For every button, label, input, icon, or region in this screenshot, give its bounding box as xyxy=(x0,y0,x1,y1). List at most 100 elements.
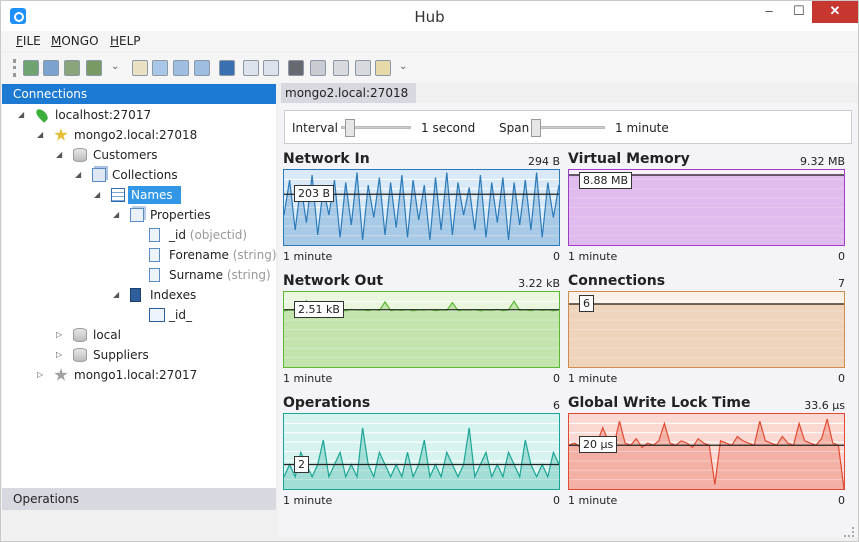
document-icon[interactable] xyxy=(243,60,259,76)
expanded-arrow-icon[interactable]: ◢ xyxy=(75,166,85,184)
chart-title: Operations xyxy=(283,395,371,411)
chart-current-value: 2.51 kB xyxy=(294,300,344,318)
database-icon xyxy=(73,328,87,342)
chart-plot: 203 B xyxy=(283,169,560,246)
new-document-icon[interactable] xyxy=(263,60,279,76)
chart-svg xyxy=(284,172,559,245)
tree-node-label: Suppliers xyxy=(93,348,149,362)
toolbar-overflow-2[interactable]: ⌄ xyxy=(399,61,407,72)
tree-node-label: Names xyxy=(131,188,173,202)
chart-zero-label: 0 xyxy=(553,494,560,507)
maximize-button[interactable]: ☐ xyxy=(784,1,814,23)
menu-mongo[interactable]: MONGO xyxy=(51,34,99,48)
interval-slider-thumb[interactable] xyxy=(345,119,355,137)
field-icon xyxy=(149,268,160,282)
tree-node-label: local xyxy=(93,328,121,342)
delete-icon[interactable] xyxy=(355,60,371,76)
tree-node-label: Surname xyxy=(169,268,223,282)
tree-node-label: Properties xyxy=(150,208,211,222)
title-bar[interactable]: Hub – ☐ ✕ xyxy=(1,1,858,31)
chart-current-value: 2 xyxy=(294,455,309,473)
span-label: Span xyxy=(499,121,530,135)
database-icon xyxy=(73,148,87,162)
toolbar-overflow-1[interactable]: ⌄ xyxy=(111,61,119,72)
tree-node-type: (string) xyxy=(232,248,277,262)
span-slider-thumb[interactable] xyxy=(531,119,541,137)
chart-max-label: 294 B xyxy=(527,155,560,168)
close-button[interactable]: ✕ xyxy=(812,1,858,23)
tree-node-label: Indexes xyxy=(150,288,197,302)
operations-header[interactable]: Operations xyxy=(2,488,276,510)
chart-span-label: 1 minute xyxy=(568,250,618,263)
database-icon xyxy=(73,348,87,362)
remove-collection-icon[interactable] xyxy=(194,60,210,76)
chart-max-label: 9.32 MB xyxy=(799,155,845,168)
chart-series-area xyxy=(569,304,844,367)
expanded-arrow-icon[interactable]: ◢ xyxy=(37,126,47,144)
toolbar-grip-icon[interactable] xyxy=(13,59,16,77)
database-icon[interactable] xyxy=(219,60,235,76)
export-icon[interactable] xyxy=(86,60,102,76)
add-icon[interactable] xyxy=(333,60,349,76)
chart-plot: 2.51 kB xyxy=(283,291,560,368)
tree-node-type: (objectid) xyxy=(189,228,248,242)
remove-server-icon[interactable] xyxy=(43,60,59,76)
chart-current-value: 8.88 MB xyxy=(579,172,633,189)
tree-node-label: _id_ xyxy=(169,308,192,322)
collapsed-arrow-icon[interactable]: ▷ xyxy=(56,326,66,344)
connections-tree: ◢ localhost:27017 ◢ mongo2.local:27018 ◢ Cust… xyxy=(2,104,277,488)
expanded-arrow-icon[interactable]: ◢ xyxy=(18,106,28,124)
tab-mongo2[interactable]: mongo2.local:27018 xyxy=(281,83,416,103)
menu-bar: FILE MONGO HELP xyxy=(1,31,858,51)
settings-icon[interactable] xyxy=(310,60,326,76)
collapsed-arrow-icon[interactable]: ▷ xyxy=(56,346,66,364)
chart-plot: 20 μs xyxy=(568,413,845,490)
span-slider-track[interactable] xyxy=(531,126,605,129)
expanded-arrow-icon[interactable]: ◢ xyxy=(94,186,104,204)
chart-zero-label: 0 xyxy=(838,250,845,263)
chart-max-label: 33.6 μs xyxy=(804,399,845,412)
chart-network-out: Network Out 3.22 kB 2.51 kB 1 minute 0 xyxy=(283,273,560,385)
chart-span-label: 1 minute xyxy=(283,494,333,507)
add-server-icon[interactable] xyxy=(23,60,39,76)
chart-current-value: 20 μs xyxy=(579,436,618,454)
tree-node-label: _id xyxy=(169,228,186,242)
collapsed-arrow-icon[interactable]: ▷ xyxy=(37,366,47,384)
chart-span-label: 1 minute xyxy=(283,250,333,263)
chart-span-label: 1 minute xyxy=(283,372,333,385)
add-collection-icon[interactable] xyxy=(173,60,189,76)
menu-file[interactable]: FILE xyxy=(16,34,41,48)
indexes-icon xyxy=(130,288,141,302)
shell-icon[interactable] xyxy=(288,60,304,76)
chart-zero-label: 0 xyxy=(553,372,560,385)
search-icon[interactable] xyxy=(132,60,148,76)
expanded-arrow-icon[interactable]: ◢ xyxy=(113,286,123,304)
chart-plot: 2 xyxy=(283,413,560,490)
expanded-arrow-icon[interactable]: ◢ xyxy=(113,206,123,224)
chart-title: Global Write Lock Time xyxy=(568,395,751,411)
star-server-grey-icon xyxy=(54,368,68,381)
chart-max-label: 3.22 kB xyxy=(518,277,560,290)
star-server-icon xyxy=(54,128,68,141)
chart-zero-label: 0 xyxy=(553,250,560,263)
menu-help[interactable]: HELP xyxy=(110,34,141,48)
toolbar: ⌄ ⌄ xyxy=(1,53,858,83)
properties-icon xyxy=(130,208,144,222)
import-icon[interactable] xyxy=(64,60,80,76)
chart-plot: 6 xyxy=(568,291,845,368)
chart-series-area xyxy=(569,419,844,489)
span-value: 1 minute xyxy=(615,121,669,135)
chart-svg xyxy=(284,422,559,489)
expanded-arrow-icon[interactable]: ◢ xyxy=(56,146,66,164)
chart-svg xyxy=(569,300,844,367)
minimize-button[interactable]: – xyxy=(754,1,784,23)
connections-header[interactable]: Connections xyxy=(2,84,276,104)
resize-grip-icon[interactable] xyxy=(844,527,854,537)
collection-icon[interactable] xyxy=(152,60,168,76)
chart-plot: 8.88 MB xyxy=(568,169,845,246)
copy-icon[interactable] xyxy=(375,60,391,76)
chart-operations: Operations 6 2 1 minute 0 xyxy=(283,395,560,507)
field-icon xyxy=(149,248,160,262)
table-icon xyxy=(111,188,125,202)
tree-node-label: Forename xyxy=(169,248,229,262)
